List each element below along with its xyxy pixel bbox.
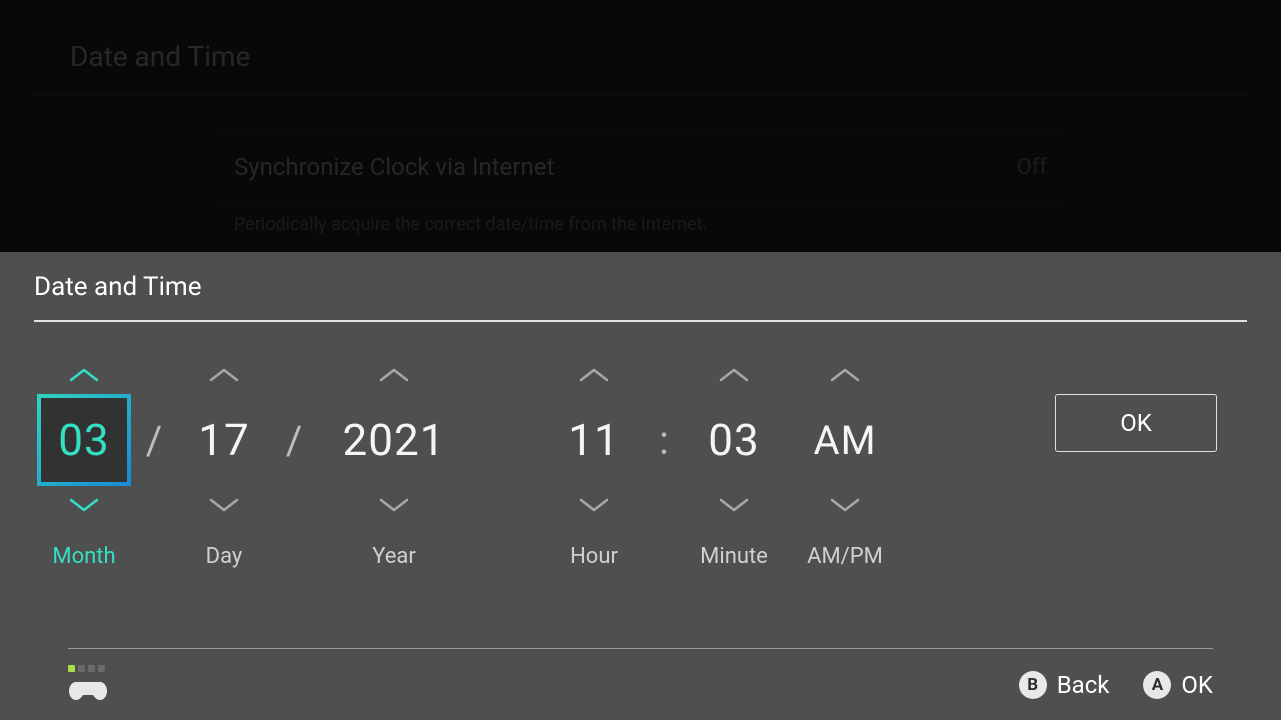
ampm-label: AM/PM (807, 544, 883, 574)
ampm-value[interactable]: AM (793, 394, 897, 486)
ok-button[interactable]: OK (1055, 394, 1217, 452)
player-dot-on (68, 665, 75, 672)
month-label: Month (52, 544, 115, 574)
date-separator: / (134, 356, 174, 486)
day-decrement-button[interactable] (174, 486, 274, 524)
ok-label: OK (1181, 671, 1213, 699)
minute-value[interactable]: 03 (687, 394, 781, 486)
a-button-icon: A (1143, 671, 1171, 699)
minute-increment-button[interactable] (684, 356, 784, 394)
player-dot-off (98, 665, 105, 672)
month-value[interactable]: 03 (37, 394, 131, 486)
controller-indicator (68, 665, 108, 704)
hour-label: Hour (570, 544, 618, 574)
player-dot-off (88, 665, 95, 672)
b-button-icon: B (1019, 671, 1047, 699)
ok-action[interactable]: A OK (1143, 671, 1213, 699)
ampm-increment-button[interactable] (790, 356, 900, 394)
date-separator: / (274, 356, 314, 486)
ampm-column: AM AM/PM (790, 356, 900, 574)
picker-area: 03 Month / 1 (34, 356, 1247, 574)
day-increment-button[interactable] (174, 356, 274, 394)
year-value[interactable]: 2021 (319, 394, 469, 486)
hour-column: 11 Hour (544, 356, 644, 574)
hour-decrement-button[interactable] (544, 486, 644, 524)
year-decrement-button[interactable] (314, 486, 474, 524)
minute-label: Minute (700, 544, 768, 574)
picker-columns: 03 Month / 1 (34, 356, 900, 574)
month-increment-button[interactable] (34, 356, 134, 394)
hour-value[interactable]: 11 (547, 394, 641, 486)
minute-decrement-button[interactable] (684, 486, 784, 524)
year-column: 2021 Year (314, 356, 474, 574)
hour-increment-button[interactable] (544, 356, 644, 394)
day-column: 17 Day (174, 356, 274, 574)
back-action[interactable]: B Back (1019, 671, 1110, 699)
controller-icon (68, 676, 108, 704)
player-dot-off (78, 665, 85, 672)
month-decrement-button[interactable] (34, 486, 134, 524)
back-label: Back (1057, 671, 1110, 699)
date-time-picker-panel: Date and Time 03 Month (0, 252, 1281, 720)
footer-bar: B Back A OK (68, 648, 1213, 720)
panel-title: Date and Time (34, 272, 1247, 302)
month-column: 03 Month (34, 356, 134, 574)
day-value[interactable]: 17 (177, 394, 271, 486)
day-label: Day (206, 544, 243, 574)
ampm-decrement-button[interactable] (790, 486, 900, 524)
year-increment-button[interactable] (314, 356, 474, 394)
minute-column: 03 Minute (684, 356, 784, 574)
spacer (474, 356, 544, 486)
divider (34, 320, 1247, 322)
time-separator: : (644, 356, 684, 486)
year-label: Year (372, 544, 416, 574)
